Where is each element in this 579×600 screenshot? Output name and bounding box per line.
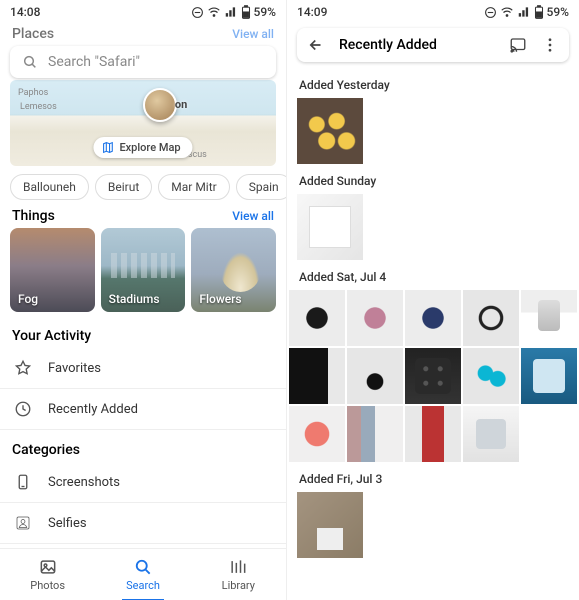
wifi-icon	[500, 5, 514, 19]
date-group-label: Added Sat, Jul 4	[287, 260, 579, 290]
library-icon	[228, 557, 248, 577]
place-chip-row: Ballouneh Beirut Mar Mitr Spain	[0, 174, 286, 202]
status-time: 14:08	[10, 5, 40, 19]
category-screenshots[interactable]: Screenshots	[0, 462, 286, 503]
places-header: Places	[12, 26, 54, 42]
category-selfies[interactable]: Selfies	[0, 503, 286, 544]
thing-label: Flowers	[199, 292, 241, 306]
photo-thumb[interactable]	[289, 348, 345, 404]
photo-thumb[interactable]	[405, 406, 461, 462]
map-icon	[101, 141, 114, 154]
map-card[interactable]: Paphos Lemesos on Damascus Explore Map	[10, 80, 276, 166]
status-icons: 59%	[191, 5, 276, 19]
star-icon	[14, 359, 32, 377]
photo-thumb[interactable]	[405, 290, 461, 346]
battery-icon	[241, 5, 251, 19]
search-placeholder: Search "Safari"	[48, 54, 140, 70]
status-time: 14:09	[297, 5, 327, 19]
phone-icon	[14, 473, 32, 491]
dnd-icon	[484, 6, 497, 19]
list-item-label: Screenshots	[48, 475, 120, 490]
date-group-label: Added Yesterday	[287, 68, 579, 98]
explore-map-button[interactable]: Explore Map	[93, 137, 192, 158]
photo-thumb[interactable]	[297, 194, 363, 260]
place-chip[interactable]: Beirut	[95, 174, 152, 200]
date-group-label: Added Fri, Jul 3	[287, 462, 579, 492]
dnd-icon	[191, 6, 204, 19]
photo-thumb[interactable]	[521, 290, 577, 346]
more-icon[interactable]	[541, 36, 559, 54]
photo-thumb[interactable]	[405, 348, 461, 404]
nav-search[interactable]: Search	[95, 549, 190, 600]
photos-icon	[38, 557, 58, 577]
search-icon	[133, 557, 153, 577]
thing-card-fog[interactable]: Fog	[10, 228, 95, 312]
title-bar: Recently Added	[297, 28, 569, 62]
person-icon	[14, 514, 32, 532]
status-bar: 14:09 59%	[287, 0, 579, 22]
list-item-label: Favorites	[48, 361, 101, 376]
battery-text: 59%	[254, 5, 276, 19]
map-pin-icon[interactable]	[143, 88, 177, 122]
search-bar[interactable]: Search "Safari"	[10, 46, 276, 78]
cast-icon[interactable]	[509, 36, 527, 54]
photo-thumb[interactable]	[297, 98, 363, 164]
photo-thumb[interactable]	[347, 290, 403, 346]
map-label: Lemesos	[20, 102, 57, 112]
clock-icon	[14, 400, 32, 418]
signal-icon	[517, 5, 531, 19]
nav-library[interactable]: Library	[191, 549, 286, 600]
photo-thumb[interactable]	[347, 406, 403, 462]
date-group-label: Added Sunday	[287, 164, 579, 194]
photo-thumb[interactable]	[463, 348, 519, 404]
signal-icon	[224, 5, 238, 19]
wifi-icon	[207, 5, 221, 19]
photo-thumb[interactable]	[289, 290, 345, 346]
nav-photos[interactable]: Photos	[0, 549, 95, 600]
photo-thumb[interactable]	[347, 348, 403, 404]
bottom-nav: Photos Search Library	[0, 548, 286, 600]
status-icons: 59%	[484, 5, 569, 19]
place-chip[interactable]: Mar Mitr	[158, 174, 229, 200]
search-icon	[22, 54, 38, 70]
thing-label: Fog	[18, 292, 38, 306]
places-view-all[interactable]: View all	[232, 27, 274, 41]
photo-thumb[interactable]	[463, 290, 519, 346]
nav-label: Photos	[30, 579, 65, 592]
place-chip[interactable]: Ballouneh	[10, 174, 89, 200]
activity-favorites[interactable]: Favorites	[0, 348, 286, 389]
list-item-label: Selfies	[48, 516, 87, 531]
things-row: Fog Stadiums Flowers	[0, 228, 286, 322]
things-view-all[interactable]: View all	[232, 209, 274, 223]
status-bar: 14:08 59%	[0, 0, 286, 22]
activity-recently-added[interactable]: Recently Added	[0, 389, 286, 430]
thing-card-flowers[interactable]: Flowers	[191, 228, 276, 312]
your-activity-header: Your Activity	[12, 328, 91, 344]
thing-label: Stadiums	[109, 292, 160, 306]
place-chip[interactable]: Spain	[236, 174, 286, 200]
map-label: Paphos	[18, 88, 48, 98]
list-item-label: Recently Added	[48, 402, 138, 417]
things-header: Things	[12, 208, 55, 224]
categories-header: Categories	[12, 442, 80, 458]
photo-thumb[interactable]	[297, 492, 363, 558]
photo-thumb[interactable]	[289, 406, 345, 462]
nav-label: Library	[222, 579, 255, 592]
battery-icon	[534, 5, 544, 19]
map-pin-label: on	[175, 98, 187, 111]
nav-label: Search	[126, 579, 160, 592]
photo-thumb[interactable]	[521, 348, 577, 404]
back-icon[interactable]	[307, 36, 325, 54]
page-title: Recently Added	[339, 37, 495, 53]
explore-map-label: Explore Map	[119, 141, 180, 154]
battery-text: 59%	[547, 5, 569, 19]
thing-card-stadiums[interactable]: Stadiums	[101, 228, 186, 312]
photo-thumb[interactable]	[463, 406, 519, 462]
